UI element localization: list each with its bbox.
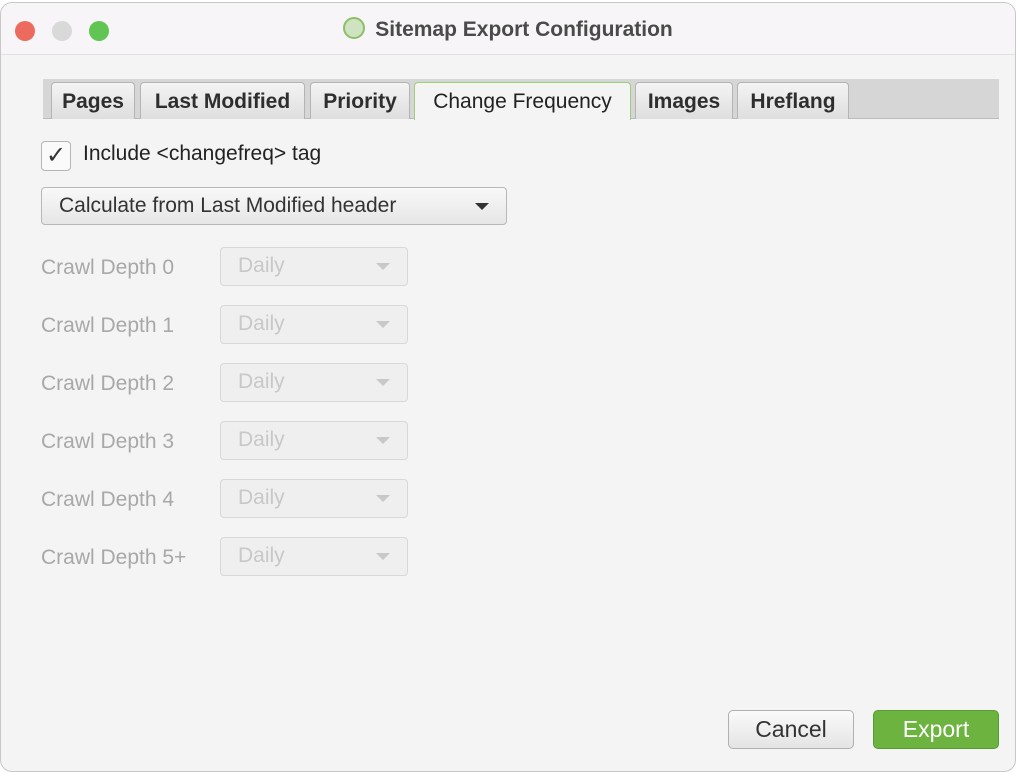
chevron-down-icon — [376, 437, 390, 444]
crawl-depth-frequency-value: Daily — [238, 312, 285, 335]
tab-bar: Pages Last Modified Priority Change Freq… — [43, 79, 999, 120]
crawl-depth-frequency-select[interactable]: Daily — [220, 305, 408, 344]
include-changefreq-checkbox[interactable]: ✓ — [41, 141, 71, 171]
changefreq-mode-select[interactable]: Calculate from Last Modified header — [41, 187, 507, 225]
crawl-depth-frequency-select[interactable]: Daily — [220, 247, 408, 286]
chevron-down-icon — [376, 263, 390, 270]
chevron-down-icon — [475, 203, 489, 210]
changefreq-mode-value: Calculate from Last Modified header — [59, 194, 397, 217]
crawl-depth-label: Crawl Depth 1 — [41, 314, 175, 337]
crawl-depth-frequency-select[interactable]: Daily — [220, 537, 408, 576]
tab-hreflang[interactable]: Hreflang — [737, 82, 849, 119]
cancel-button[interactable]: Cancel — [728, 710, 854, 749]
crawl-depth-label: Crawl Depth 3 — [41, 430, 175, 453]
crawl-depth-frequency-value: Daily — [238, 370, 285, 393]
crawl-depth-label: Crawl Depth 0 — [41, 256, 175, 279]
crawl-depth-label: Crawl Depth 4 — [41, 488, 175, 511]
tab-images[interactable]: Images — [635, 82, 733, 119]
chevron-down-icon — [376, 379, 390, 386]
crawl-depth-frequency-value: Daily — [238, 254, 285, 277]
tab-last-modified[interactable]: Last Modified — [140, 82, 305, 119]
tab-change-frequency[interactable]: Change Frequency — [414, 82, 631, 120]
chevron-down-icon — [376, 495, 390, 502]
export-button[interactable]: Export — [873, 710, 999, 749]
crawl-depth-frequency-select[interactable]: Daily — [220, 363, 408, 402]
chevron-down-icon — [376, 553, 390, 560]
include-changefreq-label: Include <changefreq> tag — [83, 142, 322, 165]
sitemap-export-dialog: Sitemap Export Configuration Pages Last … — [0, 2, 1016, 772]
crawl-depth-frequency-value: Daily — [238, 428, 285, 451]
window-title-text: Sitemap Export Configuration — [375, 18, 673, 41]
tab-priority[interactable]: Priority — [310, 82, 410, 119]
crawl-depth-label: Crawl Depth 2 — [41, 372, 175, 395]
crawl-depth-frequency-select[interactable]: Daily — [220, 421, 408, 460]
app-logo-icon — [343, 17, 366, 39]
crawl-depth-frequency-select[interactable]: Daily — [220, 479, 408, 518]
title-bar: Sitemap Export Configuration — [1, 3, 1015, 55]
checkmark-icon: ✓ — [45, 142, 67, 169]
crawl-depth-frequency-value: Daily — [238, 544, 285, 567]
crawl-depth-frequency-value: Daily — [238, 486, 285, 509]
tab-pages[interactable]: Pages — [51, 82, 135, 119]
window-title: Sitemap Export Configuration — [1, 17, 1015, 42]
crawl-depth-label: Crawl Depth 5+ — [41, 546, 187, 569]
chevron-down-icon — [376, 321, 390, 328]
